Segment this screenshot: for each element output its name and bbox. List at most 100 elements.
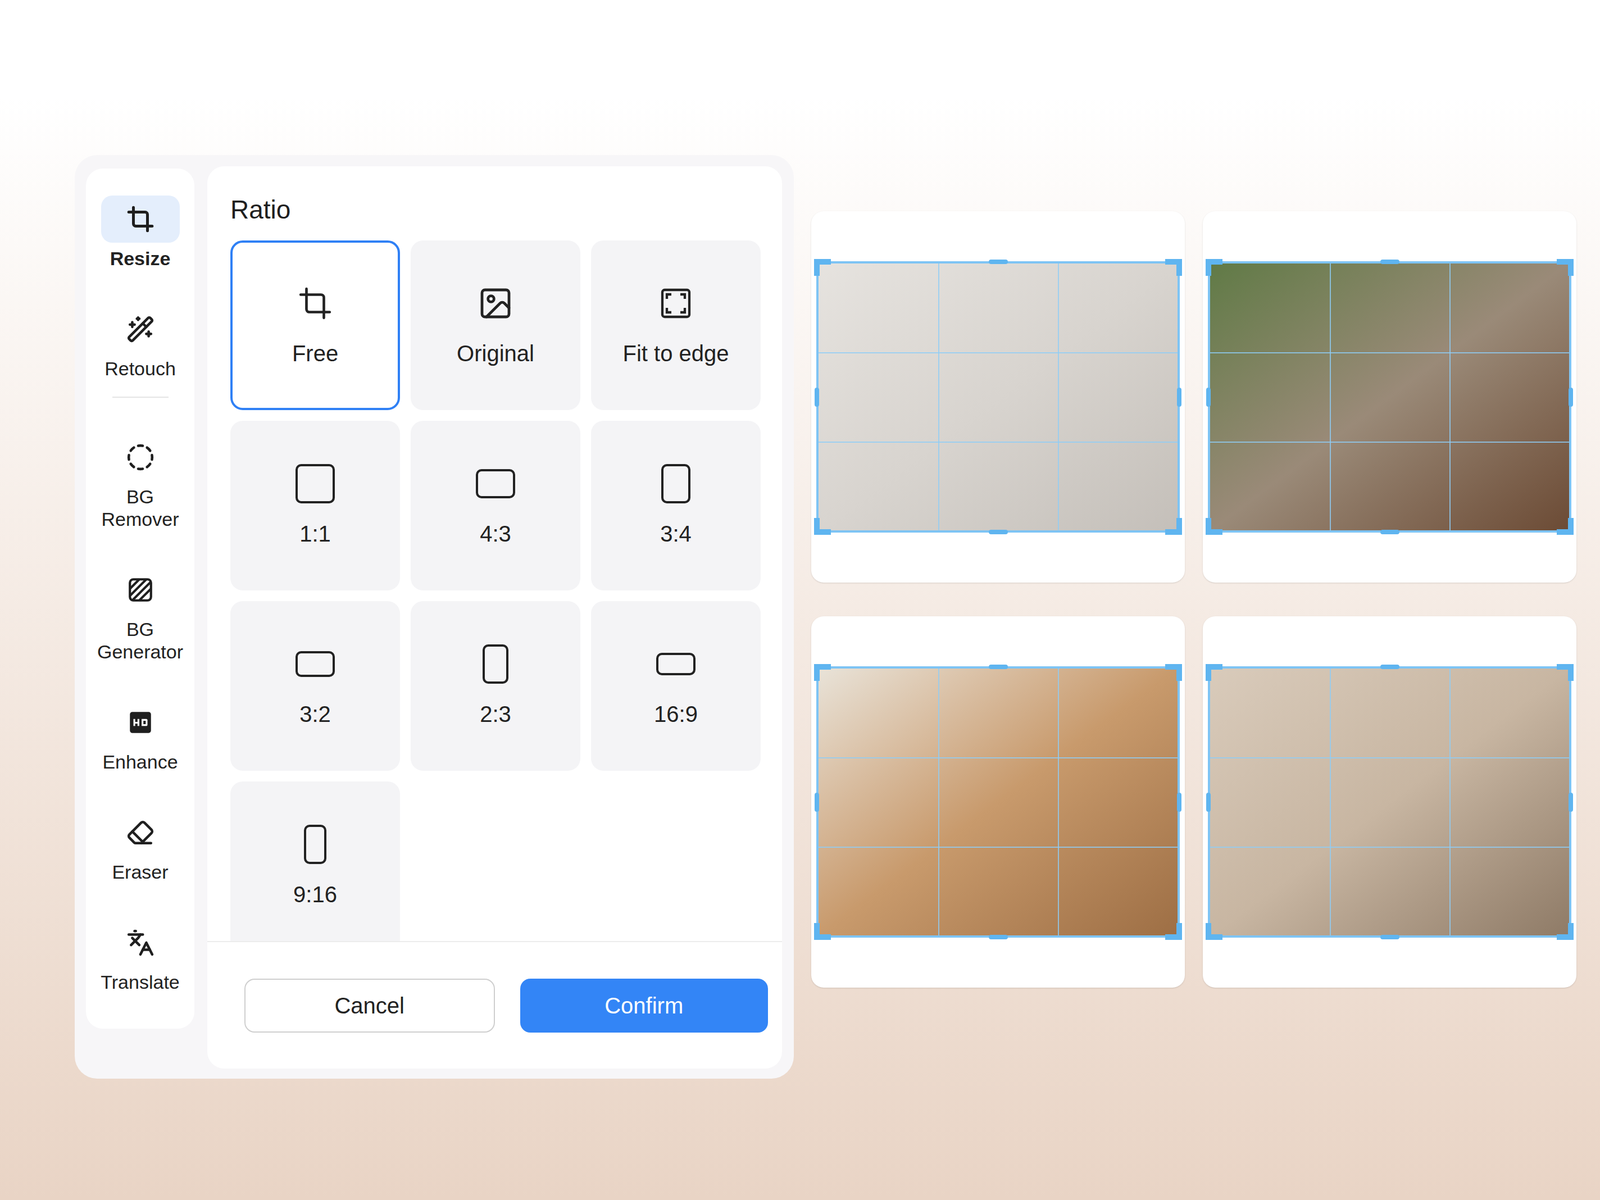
ratio-label: 2:3	[479, 700, 512, 728]
grid-line	[938, 668, 940, 936]
ratio-option[interactable]: 3:4	[591, 420, 761, 591]
grid-line	[818, 757, 1178, 759]
ratio-label: 4:3	[479, 520, 512, 548]
ratio-label: Fit to edge	[622, 339, 729, 367]
sidebar-label: Retouch	[104, 357, 176, 380]
confirm-button[interactable]: Confirm	[520, 978, 769, 1033]
ratio-option[interactable]: 4:3	[410, 420, 581, 591]
sidebar-icon-box	[101, 305, 180, 353]
edge-handle[interactable]	[1568, 387, 1574, 407]
sidebar-item[interactable]: Eraser	[101, 808, 180, 884]
ratio-shape-icon	[295, 651, 335, 678]
corner-handle[interactable]	[1205, 664, 1212, 681]
corner-handle[interactable]	[1567, 517, 1574, 535]
hd-icon	[126, 708, 155, 737]
ratio-grid: Free Original Fit to edge 1:1 4:3 3:4 3:2 2:3 16…	[230, 240, 761, 942]
crop-frame[interactable]	[816, 261, 1180, 533]
ratio-option[interactable]: 16:9	[591, 601, 761, 771]
corner-handle[interactable]	[1567, 258, 1574, 276]
eraser-icon	[126, 818, 155, 847]
tool-sidebar: Resize Retouch BG Remover BG Generator Enhan…	[85, 168, 195, 1029]
image-card	[1202, 616, 1577, 988]
grid-line	[1210, 352, 1570, 354]
corner-handle[interactable]	[814, 517, 820, 535]
cancel-button[interactable]: Cancel	[244, 978, 495, 1033]
edge-handle[interactable]	[1206, 387, 1211, 407]
corner-handle[interactable]	[1205, 517, 1212, 535]
crop-icon	[126, 205, 155, 234]
corner-handle[interactable]	[1176, 517, 1183, 535]
ratio-label: Original	[456, 339, 535, 367]
edge-handle[interactable]	[988, 529, 1008, 535]
grid-line	[818, 441, 1178, 443]
edge-handle[interactable]	[988, 664, 1008, 670]
image-card	[1202, 211, 1577, 583]
edge-handle[interactable]	[988, 934, 1008, 940]
corner-handle[interactable]	[1205, 923, 1212, 940]
ratio-card: Ratio Free Original Fit to edge 1:1 4:3 3:4 3:2…	[207, 166, 783, 1069]
ratio-shape-icon	[295, 464, 335, 504]
dialog-footer: Cancel Confirm	[207, 941, 783, 1069]
sidebar-item[interactable]: Enhance	[101, 698, 180, 774]
sidebar-item[interactable]: Resize	[101, 195, 180, 270]
product-photo	[816, 666, 1180, 938]
ratio-title: Ratio	[207, 166, 783, 223]
sidebar-label: Enhance	[102, 750, 178, 774]
edge-handle[interactable]	[814, 792, 820, 812]
grid-line	[1449, 263, 1451, 531]
hatched-square-icon	[126, 575, 155, 604]
ratio-icon-box	[482, 644, 509, 684]
corner-handle[interactable]	[814, 258, 820, 276]
sidebar-label: Eraser	[111, 860, 168, 884]
edge-handle[interactable]	[988, 259, 1008, 265]
crop-frame[interactable]	[1207, 261, 1572, 533]
ratio-option[interactable]: 2:3	[410, 601, 581, 771]
bg-remover-icon	[126, 443, 155, 472]
edge-handle[interactable]	[1206, 792, 1211, 812]
ratio-shape-icon	[482, 644, 509, 684]
ratio-label: 9:16	[293, 880, 338, 908]
crop-frame[interactable]	[1207, 666, 1572, 938]
edge-handle[interactable]	[814, 387, 820, 407]
page: Resize Retouch BG Remover BG Generator Enhan…	[0, 0, 1600, 1200]
image-icon	[477, 285, 514, 322]
sidebar-item[interactable]: BG Remover	[92, 433, 189, 531]
grid-line	[938, 263, 940, 531]
ratio-option[interactable]: Free	[230, 240, 400, 411]
edge-handle[interactable]	[1176, 387, 1182, 407]
image-card	[811, 211, 1185, 583]
ratio-label: 16:9	[653, 700, 698, 728]
image-grid	[811, 211, 1577, 988]
sidebar-icon-box	[101, 566, 180, 614]
sidebar-item[interactable]: Retouch	[101, 305, 180, 398]
ratio-icon-box	[295, 464, 335, 504]
edge-handle[interactable]	[1380, 934, 1400, 940]
corner-handle[interactable]	[1205, 258, 1212, 276]
edge-handle[interactable]	[1380, 529, 1400, 535]
edge-handle[interactable]	[1380, 664, 1400, 670]
ratio-icon-box	[657, 283, 694, 324]
edge-handle[interactable]	[1176, 792, 1182, 812]
sidebar-item[interactable]: Translate	[100, 919, 180, 994]
ratio-option[interactable]: Fit to edge	[591, 240, 761, 411]
edge-handle[interactable]	[1568, 792, 1574, 812]
ratio-option[interactable]: 3:2	[230, 601, 400, 771]
edge-handle[interactable]	[1380, 259, 1400, 265]
sidebar-icon-box	[101, 433, 180, 481]
editor-panel: Resize Retouch BG Remover BG Generator Enhan…	[74, 155, 794, 1079]
product-photo	[816, 261, 1180, 533]
ratio-option[interactable]: 1:1	[230, 420, 400, 591]
corner-handle[interactable]	[1567, 664, 1574, 681]
ratio-icon-box	[475, 464, 516, 504]
corner-handle[interactable]	[1176, 923, 1183, 940]
corner-handle[interactable]	[1567, 923, 1574, 940]
corner-handle[interactable]	[814, 923, 820, 940]
corner-handle[interactable]	[1176, 664, 1183, 681]
crop-frame[interactable]	[816, 666, 1180, 938]
sidebar-icon-box	[101, 919, 180, 967]
corner-handle[interactable]	[814, 664, 820, 681]
ratio-option[interactable]: 9:16	[230, 781, 400, 942]
corner-handle[interactable]	[1176, 258, 1183, 276]
ratio-option[interactable]: Original	[410, 240, 581, 411]
sidebar-item[interactable]: BG Generator	[92, 566, 189, 663]
